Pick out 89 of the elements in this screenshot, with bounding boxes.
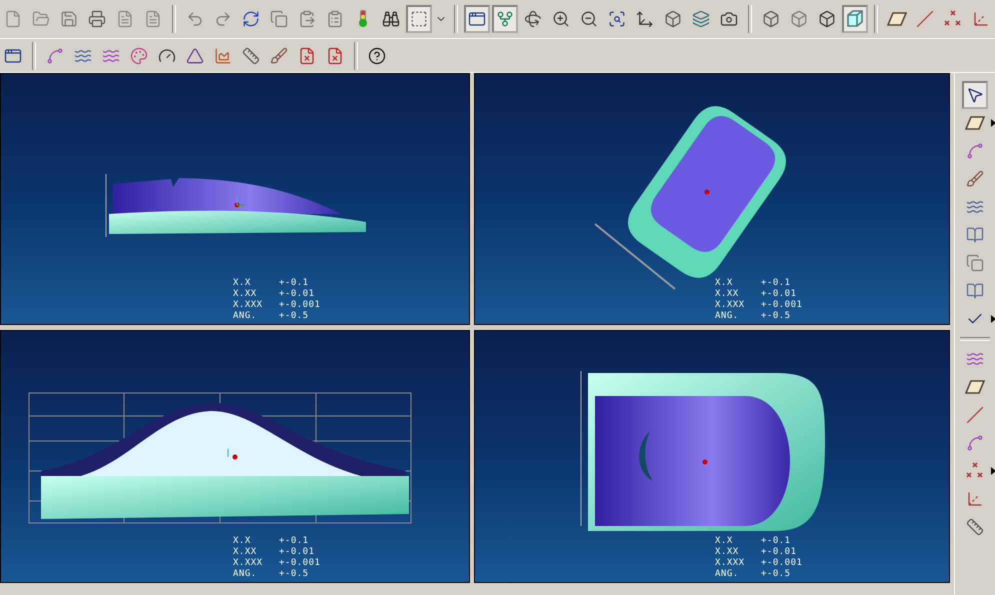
book-icon	[966, 282, 984, 300]
parallelogram-icon	[965, 379, 985, 395]
zoom-out-icon	[580, 10, 598, 28]
tolerance-value: +-0.01	[761, 289, 798, 300]
wave-icon	[966, 350, 984, 368]
chart-icon	[214, 46, 232, 64]
tolerance-value: +-0.001	[761, 300, 804, 311]
cube-icon	[818, 10, 836, 28]
tolerance-value: +-0.001	[279, 558, 322, 569]
pointer-icon	[966, 86, 984, 104]
tolerance-value: +-0.5	[279, 311, 310, 322]
wireframe-cube-icon	[762, 10, 780, 28]
cube-icon	[790, 10, 808, 28]
tolerance-value: +-0.001	[761, 558, 804, 569]
tolerance-value: +-0.01	[761, 547, 798, 558]
copy-icon	[270, 10, 288, 28]
tolerance-label: ANG.	[233, 569, 258, 580]
clipboard-icon	[298, 10, 316, 28]
printer-icon	[88, 10, 106, 28]
help-icon	[368, 46, 386, 64]
tolerance-label: X.XXX	[233, 558, 264, 569]
branch-icon	[496, 10, 514, 28]
tolerance-label: X.XXX	[233, 300, 264, 311]
book-icon	[966, 226, 984, 244]
curve-icon	[966, 434, 984, 452]
delete-surface-icon	[326, 46, 344, 64]
cube-icon	[664, 10, 682, 28]
tolerance-value: +-0.01	[279, 547, 316, 558]
binoculars-icon	[382, 10, 400, 28]
brush-icon	[270, 46, 288, 64]
redo-icon	[214, 10, 232, 28]
tolerance-value: +-0.1	[761, 278, 792, 289]
tolerance-value: +-0.5	[279, 569, 310, 580]
palette-icon	[130, 46, 148, 64]
tolerance-value: +-0.1	[279, 536, 310, 547]
tolerance-label: X.XX	[715, 289, 740, 300]
axes-icon	[972, 10, 990, 28]
refresh-icon	[242, 10, 260, 28]
tolerance-value: +-0.01	[279, 289, 316, 300]
window-button[interactable]	[464, 5, 490, 33]
file-icon	[4, 10, 22, 28]
tolerance-label: X.XX	[715, 547, 740, 558]
curve-icon	[46, 46, 64, 64]
rotate-icon	[524, 10, 542, 28]
camera-icon	[720, 10, 738, 28]
tolerance-label: X.X	[233, 536, 252, 547]
dashed-square-icon	[410, 10, 428, 28]
ruler-icon	[966, 518, 984, 536]
tolerance-label: X.XXX	[715, 300, 746, 311]
copy-icon	[966, 254, 984, 272]
folder-icon	[32, 10, 50, 28]
document-icon	[116, 10, 134, 28]
brush-icon	[966, 170, 984, 188]
curve-icon	[966, 142, 984, 160]
zoom-in-icon	[552, 10, 570, 28]
shaded-cube-button[interactable]	[842, 5, 868, 33]
window-icon	[4, 46, 22, 64]
tolerance-value: +-0.001	[279, 300, 322, 311]
tolerance-label: X.X	[233, 278, 252, 289]
gauge-icon	[158, 46, 176, 64]
tolerance-value: +-0.1	[279, 278, 310, 289]
layers-icon	[692, 10, 710, 28]
parallelogram-icon	[887, 11, 907, 27]
triangle-icon	[186, 46, 204, 64]
delete-curve-icon	[298, 46, 316, 64]
tolerance-label: X.X	[715, 536, 734, 547]
zoom-fit-icon	[608, 10, 626, 28]
clipboard-icon	[326, 10, 344, 28]
undo-icon	[186, 10, 204, 28]
tolerance-value: +-0.5	[761, 569, 792, 580]
tolerance-label: X.X	[715, 278, 734, 289]
tolerance-value: +-0.1	[761, 536, 792, 547]
pointer-button[interactable]	[962, 81, 988, 109]
tolerance-label: ANG.	[715, 311, 740, 322]
tolerance-label: ANG.	[233, 311, 258, 322]
tolerance-label: X.XX	[233, 289, 258, 300]
shaded-cube-icon	[845, 9, 865, 29]
parallelogram-icon	[965, 115, 985, 131]
dashed-square-button[interactable]	[406, 5, 432, 33]
branch-button[interactable]	[492, 5, 518, 33]
window-icon	[468, 10, 486, 28]
tolerance-label: X.XXX	[715, 558, 746, 569]
tolerance-value: +-0.5	[761, 311, 792, 322]
tolerance-label: X.XX	[233, 547, 258, 558]
document-icon	[144, 10, 162, 28]
ruler-icon	[242, 46, 260, 64]
axes-icon	[636, 10, 654, 28]
axes-icon	[966, 490, 984, 508]
tolerance-label: ANG.	[715, 569, 740, 580]
